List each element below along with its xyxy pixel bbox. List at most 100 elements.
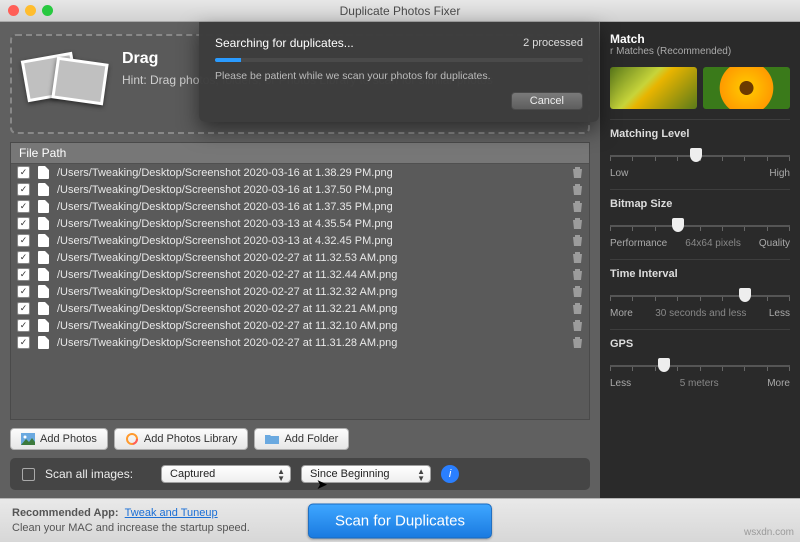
progress-message: Please be patient while we scan your pho… [215, 70, 583, 82]
file-path: /Users/Tweaking/Desktop/Screenshot 2020-… [57, 235, 564, 247]
chevron-updown-icon: ▲▼ [417, 468, 425, 482]
file-icon [38, 200, 49, 213]
watermark: wsxdn.com [744, 527, 794, 538]
trash-icon[interactable] [572, 234, 583, 247]
file-icon [38, 268, 49, 281]
table-row[interactable]: ✓ /Users/Tweaking/Desktop/Screenshot 2020… [11, 198, 589, 215]
file-path: /Users/Tweaking/Desktop/Screenshot 2020-… [57, 218, 564, 230]
row-checkbox[interactable]: ✓ [17, 166, 30, 179]
matching-level-slider[interactable] [610, 148, 790, 164]
trash-icon[interactable] [572, 251, 583, 264]
bitmap-slider[interactable] [610, 218, 790, 234]
trash-icon[interactable] [572, 166, 583, 179]
gps-title: GPS [610, 338, 790, 350]
file-path: /Users/Tweaking/Desktop/Screenshot 2020-… [57, 269, 564, 281]
match-title: Match [610, 32, 790, 46]
gps-slider[interactable] [610, 358, 790, 374]
scan-options-bar: Scan all images: Captured▲▼ Since Beginn… [10, 458, 590, 490]
photo-icon [21, 433, 35, 445]
slider-knob[interactable] [658, 358, 670, 372]
trash-icon[interactable] [572, 336, 583, 349]
row-checkbox[interactable]: ✓ [17, 302, 30, 315]
cancel-button[interactable]: Cancel [511, 92, 583, 110]
preview-sunflower-icon[interactable] [703, 67, 790, 109]
slider-knob[interactable] [739, 288, 751, 302]
file-path: /Users/Tweaking/Desktop/Screenshot 2020-… [57, 337, 564, 349]
add-photos-library-button[interactable]: Add Photos Library [114, 428, 249, 450]
add-folder-label: Add Folder [284, 433, 338, 445]
row-checkbox[interactable]: ✓ [17, 200, 30, 213]
table-row[interactable]: ✓ /Users/Tweaking/Desktop/Screenshot 2020… [11, 266, 589, 283]
time-title: Time Interval [610, 268, 790, 280]
table-row[interactable]: ✓ /Users/Tweaking/Desktop/Screenshot 2020… [11, 232, 589, 249]
progress-title: Searching for duplicates... [215, 36, 354, 50]
right-panel: Match r Matches (Recommended) Matching L… [600, 22, 800, 498]
trash-icon[interactable] [572, 285, 583, 298]
table-row[interactable]: ✓ /Users/Tweaking/Desktop/Screenshot 2020… [11, 317, 589, 334]
file-list[interactable]: ✓ /Users/Tweaking/Desktop/Screenshot 2020… [11, 164, 589, 419]
trash-icon[interactable] [572, 183, 583, 196]
file-list-box: File Path ✓/Users/Tweaking/Desktop/Scree… [10, 142, 590, 420]
row-checkbox[interactable]: ✓ [17, 336, 30, 349]
matching-level-panel: Matching Level LowHigh [610, 119, 790, 179]
table-row[interactable]: ✓ /Users/Tweaking/Desktop/Screenshot 2020… [11, 249, 589, 266]
file-path: /Users/Tweaking/Desktop/Screenshot 2020-… [57, 184, 564, 196]
gps-panel: GPS Less5 metersMore [610, 329, 790, 389]
row-checkbox[interactable]: ✓ [17, 217, 30, 230]
progress-sheet: Searching for duplicates... 2 processed … [199, 22, 599, 122]
row-checkbox[interactable]: ✓ [17, 285, 30, 298]
add-photos-label: Add Photos [40, 433, 97, 445]
file-path: /Users/Tweaking/Desktop/Screenshot 2020-… [57, 201, 564, 213]
file-icon [38, 285, 49, 298]
file-path: /Users/Tweaking/Desktop/Screenshot 2020-… [57, 252, 564, 264]
file-icon [38, 234, 49, 247]
drop-thumbnail-icon [24, 50, 108, 118]
scan-all-checkbox[interactable] [22, 468, 35, 481]
match-preview [610, 67, 790, 109]
trash-icon[interactable] [572, 200, 583, 213]
trash-icon[interactable] [572, 319, 583, 332]
file-icon [38, 302, 49, 315]
add-folder-button[interactable]: Add Folder [254, 428, 349, 450]
file-icon [38, 217, 49, 230]
add-photos-button[interactable]: Add Photos [10, 428, 108, 450]
since-select[interactable]: Since Beginning▲▼ [301, 465, 431, 483]
match-subtitle: r Matches (Recommended) [610, 46, 790, 57]
recommended-link[interactable]: Tweak and Tuneup [125, 507, 218, 519]
bitmap-size-panel: Bitmap Size Performance64x64 pixelsQuali… [610, 189, 790, 249]
table-row[interactable]: ✓ /Users/Tweaking/Desktop/Screenshot 2020… [11, 181, 589, 198]
row-checkbox[interactable]: ✓ [17, 234, 30, 247]
info-icon[interactable]: i [441, 465, 459, 483]
add-library-label: Add Photos Library [144, 433, 238, 445]
chevron-updown-icon: ▲▼ [277, 468, 285, 482]
progress-bar [215, 58, 583, 62]
captured-select[interactable]: Captured▲▼ [161, 465, 291, 483]
matching-level-title: Matching Level [610, 128, 790, 140]
table-row[interactable]: ✓ /Users/Tweaking/Desktop/Screenshot 2020… [11, 164, 589, 181]
table-row[interactable]: ✓ /Users/Tweaking/Desktop/Screenshot 2020… [11, 215, 589, 232]
slider-knob[interactable] [672, 218, 684, 232]
file-icon [38, 251, 49, 264]
file-icon [38, 336, 49, 349]
table-row[interactable]: ✓ /Users/Tweaking/Desktop/Screenshot 2020… [11, 283, 589, 300]
table-row[interactable]: ✓/Users/Tweaking/Desktop/Screenshot 2020… [11, 300, 589, 317]
row-checkbox[interactable]: ✓ [17, 319, 30, 332]
progress-status: 2 processed [523, 37, 583, 49]
row-checkbox[interactable]: ✓ [17, 268, 30, 281]
preview-flower-icon[interactable] [610, 67, 697, 109]
slider-knob[interactable] [690, 148, 702, 162]
trash-icon[interactable] [572, 268, 583, 281]
row-checkbox[interactable]: ✓ [17, 183, 30, 196]
time-slider[interactable] [610, 288, 790, 304]
file-path: /Users/Tweaking/Desktop/Screenshot 2020-… [57, 286, 564, 298]
trash-icon[interactable] [572, 302, 583, 315]
scan-duplicates-button[interactable]: Scan for Duplicates [308, 503, 492, 538]
file-path: /Users/Tweaking/Desktop/Screenshot 2020-… [57, 167, 564, 179]
file-path: /Users/Tweaking/Desktop/Screenshot 2020-… [57, 320, 564, 332]
time-interval-panel: Time Interval More30 seconds and lessLes… [610, 259, 790, 319]
table-row[interactable]: ✓ /Users/Tweaking/Desktop/Screenshot 2020… [11, 334, 589, 351]
button-row: Add Photos Add Photos Library Add Folder [10, 428, 590, 450]
row-checkbox[interactable]: ✓ [17, 251, 30, 264]
library-icon [125, 433, 139, 445]
trash-icon[interactable] [572, 217, 583, 230]
